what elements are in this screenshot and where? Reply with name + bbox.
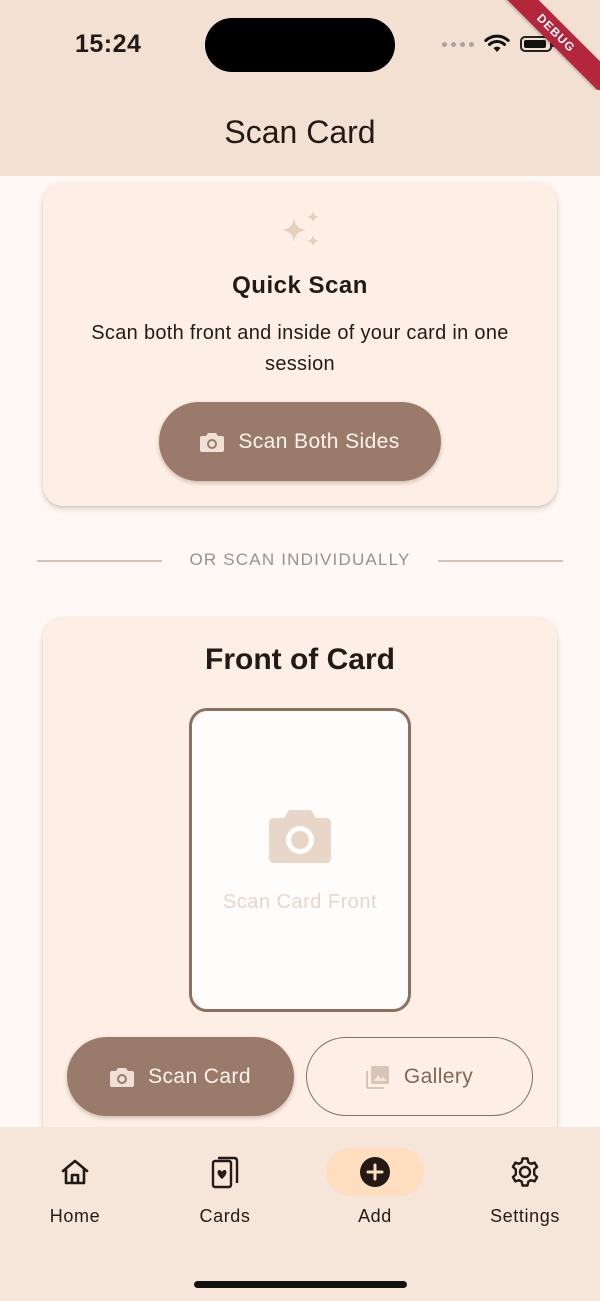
nav-item-settings[interactable]: Settings — [455, 1148, 595, 1227]
quick-scan-description: Scan both front and inside of your card … — [91, 322, 509, 375]
scan-both-sides-button[interactable]: Scan Both Sides — [159, 402, 441, 481]
nav-active-indicator — [326, 1148, 424, 1196]
scan-both-sides-label: Scan Both Sides — [238, 429, 400, 453]
gallery-button[interactable]: Gallery — [306, 1037, 533, 1116]
page-title: Scan Card — [224, 113, 376, 150]
status-time: 15:24 — [75, 30, 142, 58]
quick-scan-title: Quick Scan — [232, 272, 368, 299]
camera-icon — [110, 1067, 135, 1087]
cards-icon — [211, 1156, 239, 1189]
status-indicators — [442, 34, 555, 54]
app-bar: Scan Card — [0, 90, 600, 176]
wifi-icon — [484, 34, 510, 52]
nav-item-cards[interactable]: Cards — [155, 1148, 295, 1227]
divider-line-right — [438, 560, 563, 562]
nav-item-home[interactable]: Home — [5, 1148, 145, 1227]
add-circle-icon — [360, 1157, 390, 1187]
home-icon — [61, 1159, 89, 1185]
status-bar: 15:24 — [0, 0, 600, 90]
section-divider: OR SCAN INDIVIDUALLY — [37, 548, 563, 574]
card-front-placeholder-label: Scan Card Front — [222, 891, 378, 913]
nav-label-home: Home — [49, 1206, 101, 1226]
camera-icon — [200, 432, 225, 452]
dynamic-island — [205, 18, 395, 72]
gallery-icon — [365, 1065, 389, 1089]
nav-label-add: Add — [358, 1206, 392, 1226]
home-indicator[interactable] — [194, 1281, 407, 1288]
nav-item-add[interactable]: Add — [305, 1148, 445, 1227]
front-of-card-title: Front of Card — [205, 643, 395, 676]
nav-label-settings: Settings — [490, 1206, 560, 1226]
gear-icon — [511, 1157, 539, 1187]
sparkle-icon — [282, 211, 319, 247]
nav-label-cards: Cards — [199, 1206, 251, 1226]
scan-card-button[interactable]: Scan Card — [67, 1037, 294, 1116]
gallery-label: Gallery — [403, 1064, 474, 1088]
scan-card-label: Scan Card — [148, 1064, 251, 1088]
camera-icon — [269, 810, 331, 863]
cellular-signal-icon — [442, 41, 474, 47]
